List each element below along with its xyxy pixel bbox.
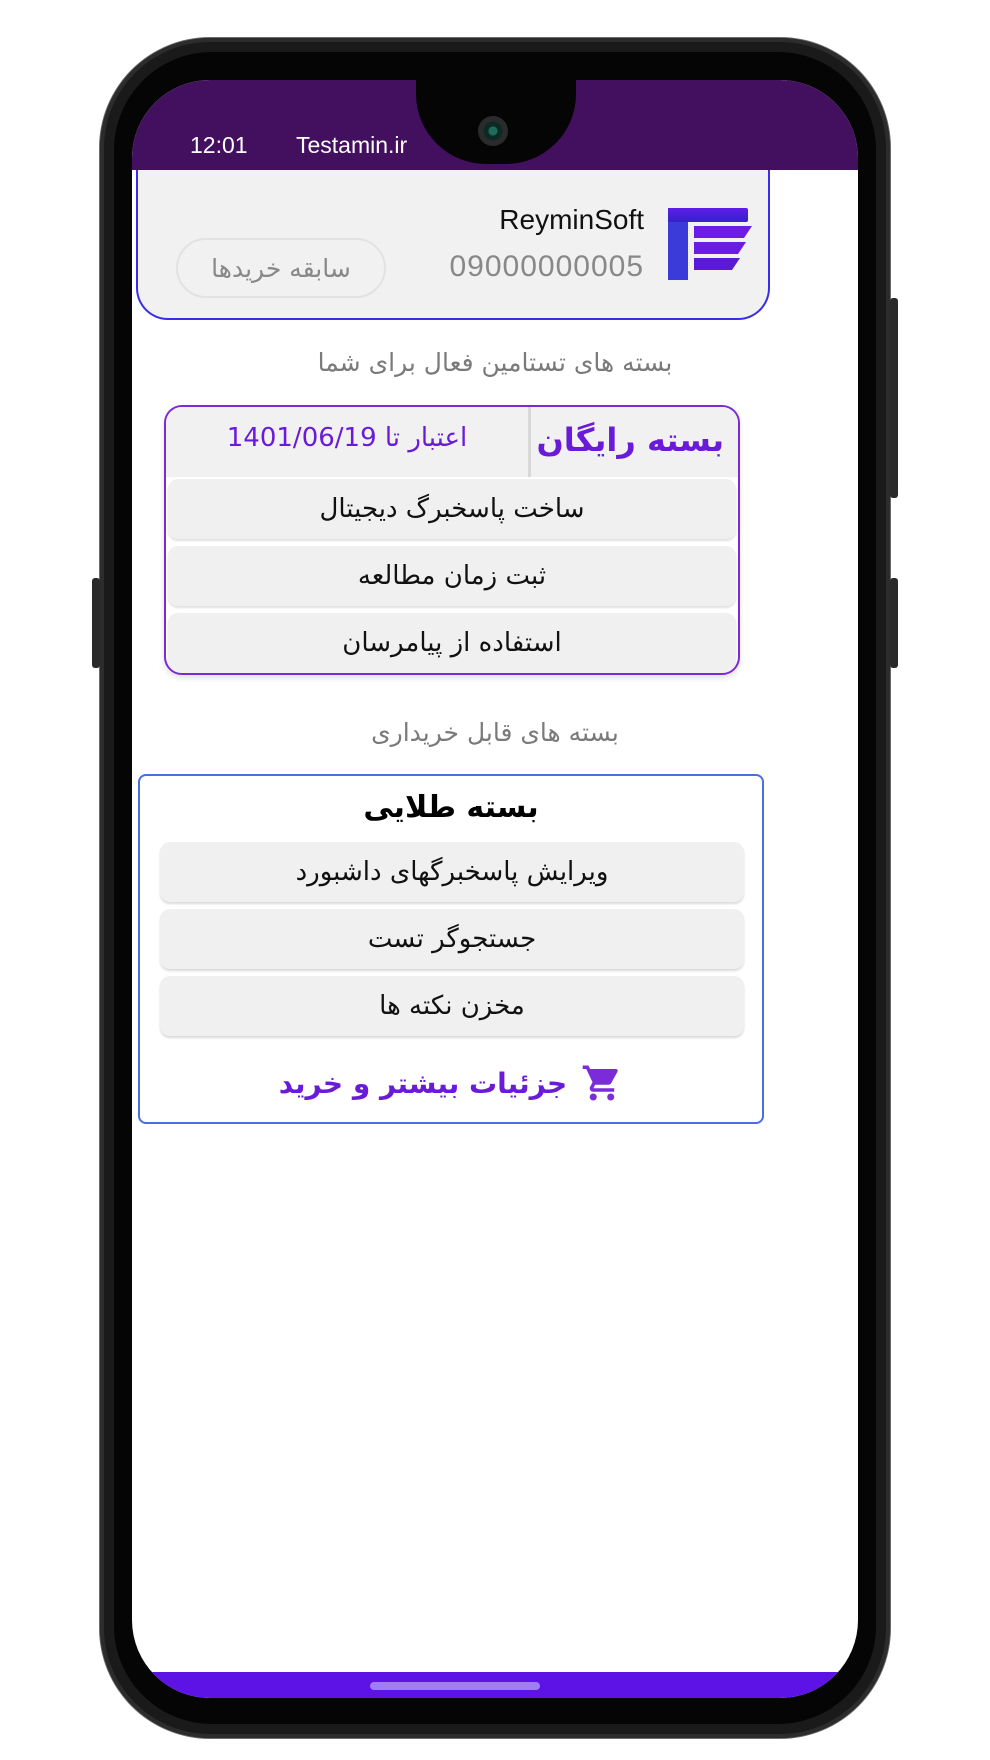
front-camera-icon bbox=[478, 116, 508, 146]
gold-package-card: بسته طلایی ویرایش پاسخبرگهای داشبورد جست… bbox=[138, 774, 764, 1124]
purchase-history-button[interactable]: سابقه خریدها bbox=[176, 238, 386, 298]
profile-phone: 09000000005 bbox=[449, 250, 644, 283]
gold-feature-item: مخزن نکته ها bbox=[160, 976, 744, 1036]
navigation-bar bbox=[132, 1672, 858, 1698]
header-divider bbox=[528, 407, 531, 477]
status-time: 12:01 bbox=[190, 132, 248, 158]
shopping-cart-icon bbox=[582, 1065, 618, 1101]
buy-label: جزئیات بیشتر و خرید bbox=[278, 1066, 568, 1100]
purchasable-packages-title: بسته های قابل خریداری bbox=[371, 718, 619, 747]
profile-card: ReyminSoft 09000000005 سابقه خریدها bbox=[136, 170, 770, 320]
free-package-card: بسته رایگان اعتبار تا 1401/06/19 ساخت پا… bbox=[164, 405, 740, 675]
phone-volume-button bbox=[890, 298, 898, 498]
phone-frame: 12:01 Testamin.ir ReyminSoft 09000000005… bbox=[92, 38, 898, 1738]
free-package-validity: اعتبار تا 1401/06/19 bbox=[226, 423, 468, 453]
free-package-title: بسته رایگان bbox=[536, 421, 724, 459]
status-site: Testamin.ir bbox=[296, 132, 408, 158]
active-packages-title: بسته های تستامین فعال برای شما bbox=[317, 348, 673, 377]
gold-feature-item: جستجوگر تست bbox=[160, 909, 744, 969]
status-bar: 12:01 Testamin.ir bbox=[132, 80, 858, 170]
home-indicator[interactable] bbox=[370, 1682, 540, 1690]
details-and-buy-link[interactable]: جزئیات بیشتر و خرید bbox=[140, 1062, 762, 1104]
phone-side-button bbox=[92, 578, 100, 668]
free-feature-item: ثبت زمان مطالعه bbox=[168, 546, 736, 606]
app-screen: 12:01 Testamin.ir ReyminSoft 09000000005… bbox=[132, 80, 858, 1698]
free-feature-item: استفاده از پیامرسان bbox=[168, 613, 736, 673]
gold-feature-item: ویرایش پاسخبرگهای داشبورد bbox=[160, 842, 744, 902]
phone-power-button bbox=[890, 578, 898, 668]
testamin-logo-icon bbox=[668, 208, 752, 280]
profile-name: ReyminSoft bbox=[499, 204, 644, 235]
gold-package-title: بسته طلایی bbox=[363, 790, 539, 825]
free-feature-item: ساخت پاسخبرگ دیجیتال bbox=[168, 479, 736, 539]
